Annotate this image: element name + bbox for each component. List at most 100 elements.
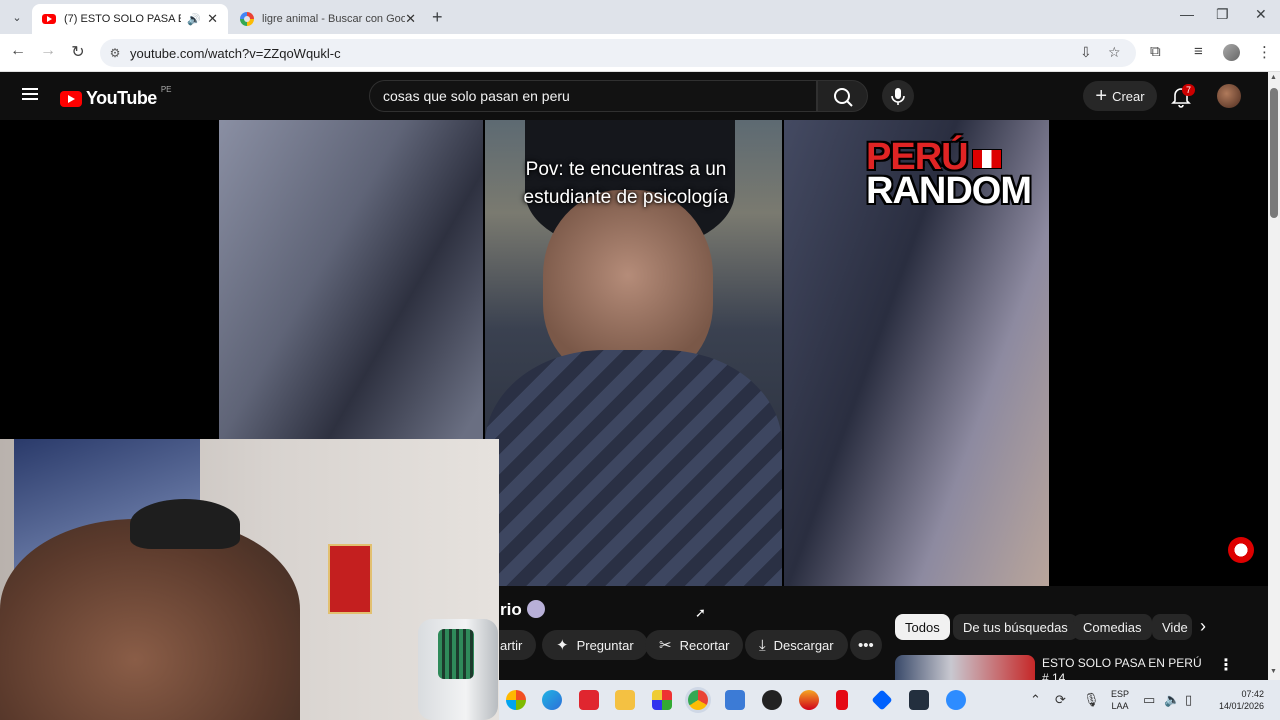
- tab-google[interactable]: ligre animal - Buscar con Google ✕: [230, 4, 426, 34]
- chrome-icon[interactable]: [688, 690, 708, 710]
- chip-de-tus-busquedas[interactable]: De tus búsquedas: [953, 614, 1078, 640]
- bookmark-star-icon[interactable]: ☆: [1108, 44, 1121, 61]
- mail-icon[interactable]: [725, 690, 745, 710]
- webcam-overlay: [0, 439, 499, 720]
- peru-random-logo: PERÚ RANDOM: [866, 138, 1046, 212]
- google-favicon-icon: [240, 12, 254, 26]
- media-controls-icon[interactable]: ≡: [1194, 43, 1203, 60]
- amazon-icon[interactable]: [909, 690, 929, 710]
- scroll-up-icon[interactable]: ▲: [1270, 74, 1277, 81]
- recommendation-thumbnail[interactable]: [895, 655, 1035, 680]
- site-info-icon[interactable]: ⚙: [100, 46, 130, 60]
- new-tab-icon[interactable]: +: [432, 7, 443, 28]
- address-bar[interactable]: ⚙ youtube.com/watch?v=ZZqoWqukl-c ⇩ ☆: [100, 39, 1136, 67]
- extensions-icon[interactable]: ⧉: [1150, 43, 1161, 60]
- anydesk-icon[interactable]: [579, 690, 599, 710]
- download-icon: ⤓: [759, 636, 766, 654]
- plus-icon: +: [1095, 85, 1108, 107]
- youtube-favicon-icon: [42, 14, 56, 24]
- input-language[interactable]: ESP LAA: [1111, 688, 1129, 712]
- close-tab-icon[interactable]: ✕: [207, 11, 218, 27]
- tray-overflow-icon[interactable]: ⌃: [1030, 692, 1041, 708]
- account-avatar[interactable]: [1217, 84, 1241, 108]
- audio-playing-icon[interactable]: 🔊: [187, 13, 201, 26]
- app-grid-icon[interactable]: [652, 690, 672, 710]
- zoom-icon[interactable]: [946, 690, 966, 710]
- channel-watermark-icon[interactable]: [1228, 537, 1254, 563]
- hamburger-menu-icon[interactable]: [22, 88, 38, 100]
- browser-tab-strip: ⌄ (7) ESTO SOLO PASA EN PERÚ 🔊 ✕ ligre a…: [0, 0, 1280, 34]
- close-tab-icon[interactable]: ✕: [405, 11, 416, 27]
- mouse-cursor-icon: ➚: [695, 605, 706, 620]
- tab-title: ligre animal - Buscar con Google: [262, 13, 406, 25]
- ask-button[interactable]: ✦ Preguntar: [542, 630, 648, 660]
- youtube-wordmark: YouTube: [86, 88, 157, 108]
- youtube-header: YouTube PE cosas que solo pasan en peru …: [0, 72, 1268, 120]
- search-button[interactable]: [817, 80, 868, 112]
- wall-calendar: [328, 544, 372, 614]
- download-button[interactable]: ⤓ Descargar: [745, 630, 848, 660]
- browser-toolbar: ← → ↻ ⚙ youtube.com/watch?v=ZZqoWqukl-c …: [0, 34, 1280, 72]
- share-label: artir: [500, 637, 523, 653]
- url-text[interactable]: youtube.com/watch?v=ZZqoWqukl-c: [130, 46, 341, 61]
- chip-todos[interactable]: Todos: [895, 614, 950, 640]
- youtube-play-icon: [60, 90, 82, 107]
- notification-count-badge: 7: [1182, 84, 1196, 96]
- clock-date: 14/01/2026: [1218, 701, 1264, 711]
- clip-button[interactable]: ✂ Recortar: [645, 630, 744, 660]
- edge-icon[interactable]: [542, 690, 562, 710]
- brave-icon[interactable]: [799, 690, 819, 710]
- search-icon: [834, 88, 853, 107]
- create-label: Crear: [1112, 88, 1145, 104]
- clip-label: Recortar: [679, 637, 730, 653]
- video-caption-overlay: Pov: te encuentras a un estudiante de ps…: [523, 159, 729, 208]
- browser-menu-icon[interactable]: ⋮: [1257, 43, 1272, 61]
- file-explorer-icon[interactable]: [615, 690, 635, 710]
- volume-icon[interactable]: 🔈: [1164, 692, 1180, 708]
- video-subject-jacket: [485, 350, 782, 586]
- chip-videos[interactable]: Vide: [1152, 614, 1192, 640]
- youtube-logo[interactable]: YouTube PE: [60, 85, 172, 109]
- download-label: Descargar: [773, 637, 834, 653]
- more-vertical-icon[interactable]: ⋮: [1218, 655, 1234, 675]
- more-actions-button[interactable]: •••: [850, 630, 882, 660]
- scissors-icon: ✂: [659, 637, 672, 654]
- network-icon[interactable]: ▭: [1143, 692, 1155, 708]
- obs-icon[interactable]: [762, 690, 782, 710]
- forward-icon[interactable]: →: [37, 42, 59, 60]
- sync-icon[interactable]: ⟳: [1055, 692, 1066, 708]
- tab-search-icon[interactable]: ⌄: [6, 6, 28, 28]
- restore-icon[interactable]: ❐: [1216, 6, 1229, 23]
- netflix-icon[interactable]: [836, 690, 848, 710]
- recommendation-title[interactable]: ESTO SOLO PASA EN PERÚ # 14: [1042, 656, 1202, 680]
- tab-title: (7) ESTO SOLO PASA EN PERÚ: [64, 13, 181, 25]
- cap: [130, 499, 240, 549]
- create-button[interactable]: + Crear: [1083, 81, 1157, 111]
- search-input[interactable]: cosas que solo pasan en peru: [369, 80, 817, 112]
- copilot-icon[interactable]: [506, 690, 526, 710]
- streamer: [0, 519, 300, 720]
- sparkle-icon: ✦: [556, 637, 569, 654]
- system-clock[interactable]: 07:42 14/01/2026: [1212, 688, 1264, 712]
- install-app-icon[interactable]: ⇩: [1080, 44, 1092, 61]
- minimize-icon[interactable]: —: [1180, 6, 1194, 22]
- video-title: rio: [500, 600, 522, 619]
- tray-microphone-icon[interactable]: 🎙: [1083, 692, 1100, 708]
- microphone-icon: [891, 88, 905, 105]
- battery-icon[interactable]: ▯: [1185, 692, 1192, 708]
- chevron-right-icon[interactable]: ›: [1200, 616, 1206, 637]
- scroll-down-icon[interactable]: ▼: [1270, 668, 1277, 675]
- brand-line-2: RANDOM: [866, 170, 1032, 212]
- peru-flag-icon: [971, 148, 1002, 169]
- chip-comedias[interactable]: Comedias: [1073, 614, 1152, 640]
- voice-search-button[interactable]: [882, 80, 914, 112]
- tab-youtube[interactable]: (7) ESTO SOLO PASA EN PERÚ 🔊 ✕: [32, 4, 228, 34]
- country-code: PE: [160, 85, 172, 94]
- reload-icon[interactable]: ↻: [67, 42, 89, 62]
- profile-avatar[interactable]: [1223, 44, 1240, 61]
- scrollbar-thumb[interactable]: [1270, 88, 1278, 218]
- back-icon[interactable]: ←: [7, 42, 29, 60]
- emoji-icon: [527, 600, 545, 618]
- close-window-icon[interactable]: ✕: [1255, 6, 1267, 23]
- clock-time: 07:42: [1241, 689, 1264, 699]
